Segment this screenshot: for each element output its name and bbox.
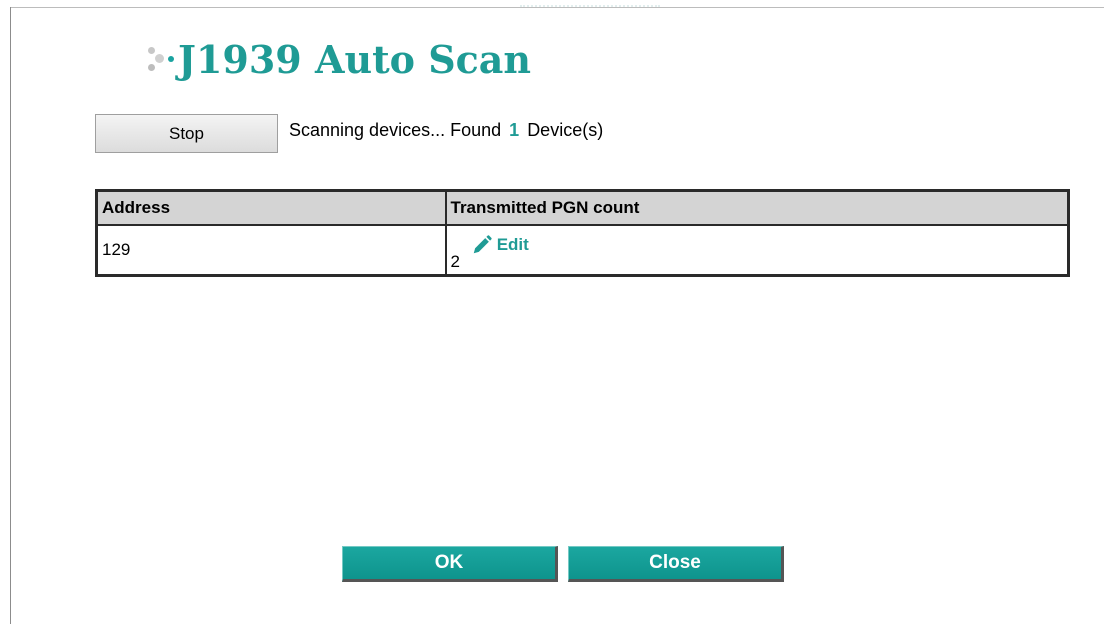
table-header-row: Address Transmitted PGN count bbox=[95, 189, 1070, 226]
table-row: 129 2 Edit bbox=[95, 224, 1070, 277]
dialog-window: J1939 Auto Scan Stop Scanning devices...… bbox=[0, 0, 1104, 624]
address-cell: 129 bbox=[95, 224, 447, 277]
close-button[interactable]: Close bbox=[568, 546, 784, 582]
pencil-icon bbox=[473, 234, 492, 253]
scan-status-prefix: Scanning devices... Found bbox=[289, 120, 502, 140]
background-fragment bbox=[520, 0, 660, 7]
dialog-header: J1939 Auto Scan bbox=[142, 34, 531, 84]
ok-button[interactable]: OK bbox=[342, 546, 558, 582]
dialog-top-border bbox=[10, 7, 1104, 8]
stop-button[interactable]: Stop bbox=[95, 114, 278, 153]
edit-label: Edit bbox=[496, 234, 529, 254]
found-count: 1 bbox=[509, 120, 520, 140]
column-header-address: Address bbox=[95, 189, 447, 226]
column-header-pgn-count: Transmitted PGN count bbox=[444, 189, 1070, 226]
dialog-left-border bbox=[10, 7, 11, 624]
pgn-count-cell: 2 Edit bbox=[444, 224, 1070, 277]
scan-status-suffix: Device(s) bbox=[527, 120, 604, 140]
dots-bullet-icon bbox=[142, 39, 176, 79]
dialog-title: J1939 Auto Scan bbox=[178, 36, 532, 82]
pgn-count-value: 2 bbox=[450, 251, 460, 271]
device-table: Address Transmitted PGN count 129 2 Edit bbox=[95, 189, 1070, 277]
edit-link[interactable]: Edit bbox=[471, 234, 529, 256]
scan-status: Scanning devices... Found 1 Device(s) bbox=[289, 120, 603, 141]
